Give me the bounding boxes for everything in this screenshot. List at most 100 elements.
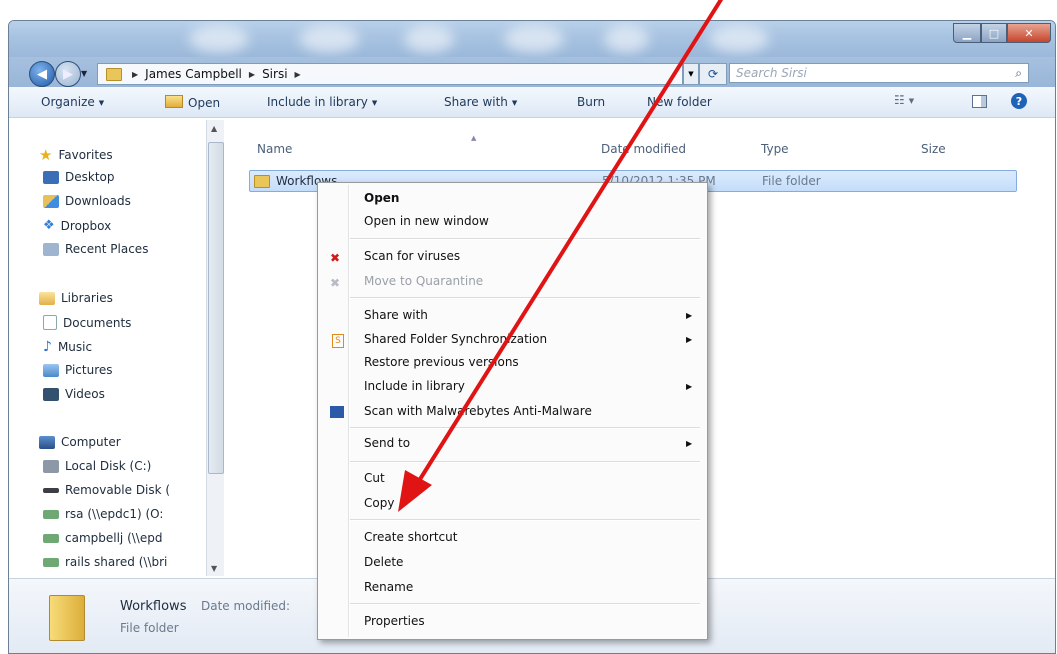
chevron-right-icon[interactable]: ▶ — [295, 70, 301, 79]
column-header-type[interactable]: Type — [761, 142, 789, 156]
search-icon[interactable]: ⌕ — [1015, 66, 1022, 81]
menu-item-open[interactable]: Open — [364, 191, 399, 205]
search-placeholder: Search Sirsi — [736, 66, 807, 80]
nav-item-network-rails-shared[interactable]: rails shared (\\bri — [43, 555, 167, 569]
address-history-dropdown[interactable]: ▼ — [683, 63, 699, 85]
nav-item-label: Recent Places — [65, 242, 149, 256]
arrow-right-icon: ▶ — [63, 66, 73, 82]
address-field[interactable]: ▶ James Campbell ▶ Sirsi ▶ — [97, 63, 683, 85]
scroll-down-icon[interactable]: ▼ — [211, 564, 217, 573]
folder-icon — [254, 175, 270, 188]
nav-scrollbar[interactable]: ▲ ▼ — [206, 120, 224, 576]
nav-item-label: Local Disk (C:) — [65, 459, 152, 473]
nav-computer-label: Computer — [61, 435, 121, 449]
nav-item-recent-places[interactable]: Recent Places — [43, 242, 148, 256]
maximize-button[interactable]: □ — [981, 23, 1007, 43]
refresh-button[interactable]: ⟳ — [699, 63, 727, 85]
recent-pages-dropdown[interactable]: ▼ — [81, 69, 87, 78]
nav-item-label: Removable Disk ( — [65, 483, 171, 497]
menu-item-shared-folder-sync[interactable]: Shared Folder Synchronization — [364, 332, 547, 346]
address-row: ◀ ▶ ▼ ▶ James Campbell ▶ Sirsi ▶ ▼ ⟳ Sea… — [9, 57, 1055, 87]
nav-item-desktop[interactable]: Desktop — [43, 170, 115, 184]
submenu-arrow-icon: ▶ — [686, 439, 693, 448]
change-view-button[interactable]: ☷ ▼ — [894, 93, 914, 107]
command-bar: Organize ▼ Open Include in library ▼ Share… — [9, 87, 1055, 118]
nav-scroll-thumb[interactable] — [208, 142, 224, 474]
forward-button[interactable]: ▶ — [55, 61, 81, 87]
nav-item-network-rsa[interactable]: rsa (\\epdc1) (O: — [43, 507, 163, 521]
nav-item-videos[interactable]: Videos — [43, 387, 105, 401]
sync-icon: S — [332, 334, 344, 348]
open-button[interactable]: Open — [165, 95, 220, 110]
nav-item-downloads[interactable]: Downloads — [43, 194, 131, 208]
scroll-up-icon[interactable]: ▲ — [211, 124, 217, 133]
nav-item-label: Pictures — [65, 363, 113, 377]
column-header-size[interactable]: Size — [921, 142, 946, 156]
submenu-arrow-icon: ▶ — [686, 335, 693, 344]
nav-item-network-campbellj[interactable]: campbellj (\\epd — [43, 531, 162, 545]
burn-button[interactable]: Burn — [577, 95, 605, 109]
menu-item-copy[interactable]: Copy — [364, 496, 394, 510]
chevron-down-icon: ▼ — [98, 98, 105, 107]
nav-libraries[interactable]: Libraries — [39, 291, 113, 305]
column-header-name[interactable]: Name — [257, 142, 292, 156]
back-button[interactable]: ◀ — [29, 61, 55, 87]
menu-item-include-in-library[interactable]: Include in library — [364, 379, 465, 393]
videos-icon — [43, 387, 59, 401]
column-header-date-modified[interactable]: Date modified — [601, 142, 686, 156]
nav-item-local-disk[interactable]: Local Disk (C:) — [43, 459, 151, 473]
menu-item-open-new-window[interactable]: Open in new window — [364, 214, 489, 228]
menu-item-scan-for-viruses[interactable]: Scan for viruses — [364, 249, 460, 263]
menu-item-cut[interactable]: Cut — [364, 471, 385, 485]
menu-item-properties[interactable]: Properties — [364, 614, 425, 628]
menu-item-share-with[interactable]: Share with — [364, 308, 428, 322]
desktop-icon — [43, 170, 59, 184]
nav-item-dropbox[interactable]: ❖ Dropbox — [43, 218, 111, 233]
nav-item-label: rsa (\\epdc1) (O: — [65, 507, 164, 521]
menu-item-scan-malwarebytes[interactable]: Scan with Malwarebytes Anti-Malware — [364, 404, 592, 418]
submenu-arrow-icon: ▶ — [686, 311, 693, 320]
preview-pane-icon[interactable] — [972, 95, 987, 108]
menu-item-delete[interactable]: Delete — [364, 555, 403, 569]
maximize-icon: □ — [988, 26, 1000, 40]
close-button[interactable]: ✕ — [1007, 23, 1051, 43]
search-input[interactable]: Search Sirsi ⌕ — [729, 63, 1029, 83]
help-icon[interactable]: ? — [1011, 93, 1027, 109]
chevron-right-icon[interactable]: ▶ — [132, 70, 138, 79]
nav-item-label: Downloads — [65, 194, 131, 208]
chevron-down-icon: ▼ — [511, 98, 518, 107]
quarantine-icon: ✖ — [330, 276, 341, 290]
breadcrumb-sirsi[interactable]: Sirsi — [262, 67, 287, 81]
nav-item-documents[interactable]: Documents — [43, 315, 131, 330]
nav-item-label: Dropbox — [60, 218, 112, 233]
include-in-library-button[interactable]: Include in library ▼ — [267, 95, 377, 109]
nav-item-label: Videos — [65, 387, 105, 401]
nav-favorites-label: Favorites — [58, 148, 113, 162]
menu-item-send-to[interactable]: Send to — [364, 436, 410, 450]
organize-button[interactable]: Organize ▼ — [41, 95, 104, 109]
new-folder-button[interactable]: New folder — [647, 95, 712, 109]
breadcrumb-james-campbell[interactable]: James Campbell — [145, 67, 242, 81]
nav-computer[interactable]: Computer — [39, 435, 121, 449]
menu-item-move-to-quarantine: Move to Quarantine — [364, 274, 484, 288]
submenu-arrow-icon: ▶ — [686, 382, 693, 391]
share-with-button[interactable]: Share with ▼ — [444, 95, 517, 109]
scan-virus-icon: ✖ — [330, 251, 341, 265]
documents-icon — [43, 315, 57, 330]
nav-item-music[interactable]: ♪ Music — [43, 339, 92, 355]
downloads-icon — [43, 194, 59, 208]
malwarebytes-icon — [330, 406, 344, 418]
nav-favorites[interactable]: ★ Favorites — [39, 146, 113, 164]
menu-item-create-shortcut[interactable]: Create shortcut — [364, 530, 457, 544]
menu-item-rename[interactable]: Rename — [364, 580, 413, 594]
chevron-right-icon[interactable]: ▶ — [249, 70, 255, 79]
folder-open-icon — [165, 95, 183, 108]
chevron-down-icon: ▼ — [908, 96, 915, 105]
nav-libraries-label: Libraries — [61, 291, 113, 305]
details-date-label: Date modified: — [201, 599, 291, 613]
nav-item-pictures[interactable]: Pictures — [43, 363, 113, 377]
minimize-button[interactable]: ▁ — [953, 23, 981, 43]
nav-item-removable-disk[interactable]: Removable Disk ( — [43, 483, 170, 497]
burn-label: Burn — [577, 95, 606, 109]
menu-item-restore-previous-versions[interactable]: Restore previous versions — [364, 355, 519, 369]
